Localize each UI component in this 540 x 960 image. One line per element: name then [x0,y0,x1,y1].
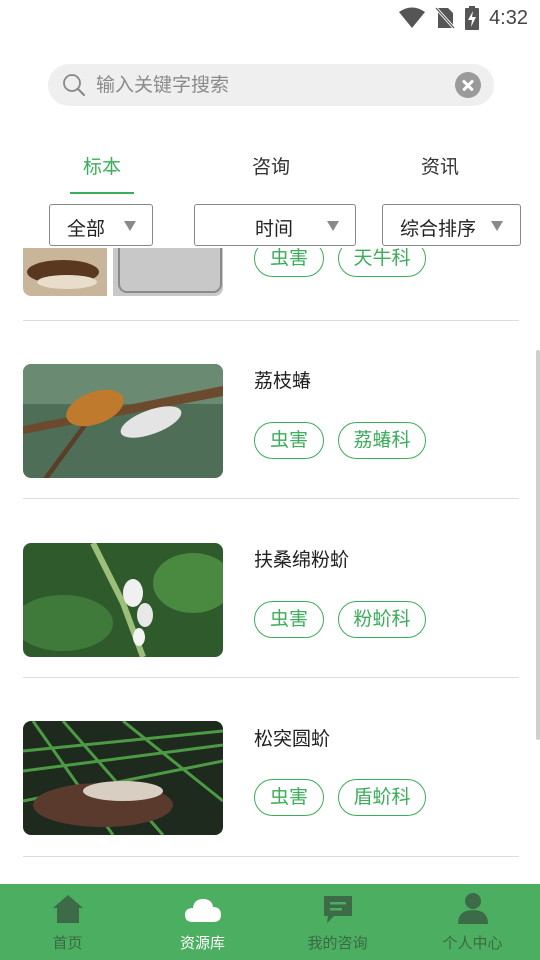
tab-consult[interactable]: 咨询 [221,152,321,179]
tag-family[interactable]: 粉蚧科 [338,601,426,638]
tag-category[interactable]: 虫害 [254,779,324,816]
tab-bar: 标本 咨询 资讯 [0,140,540,196]
filter-sort-dropdown[interactable]: 综合排序 [382,204,521,246]
chat-icon [323,896,352,923]
specimen-title: 扶桑绵粉蚧 [254,549,350,571]
list-item[interactable]: 荔枝蝽 虫害 荔蝽科 [0,320,540,499]
specimen-thumbnail [23,721,223,835]
dropdown-arrow-icon [327,221,339,231]
filter-time-label: 时间 [255,218,294,240]
specimen-title: 松突圆蚧 [254,728,331,750]
nav-profile-label: 个人中心 [442,934,503,952]
specimen-thumbnail [23,364,223,478]
search-bar[interactable] [48,64,494,106]
filter-sort-label: 综合排序 [400,218,477,240]
tag-category[interactable]: 虫害 [254,601,324,638]
tag-family[interactable]: 荔蝽科 [338,422,426,459]
list-item[interactable]: 扶桑绵粉蚧 虫害 粉蚧科 [0,499,540,678]
filter-category-label: 全部 [67,218,106,240]
divider [23,856,519,857]
battery-charging-icon [465,6,480,30]
thumbnail-image [23,248,223,296]
nav-my-consult[interactable]: 我的咨询 [270,884,405,960]
cloud-icon [184,899,221,922]
tag-category[interactable]: 虫害 [254,422,324,459]
wifi-icon [399,7,426,28]
dropdown-arrow-icon [124,221,136,231]
filter-category-dropdown[interactable]: 全部 [49,204,153,246]
scrollbar[interactable] [536,350,540,740]
status-time: 4:32 [489,6,528,29]
nav-library-label: 资源库 [179,934,225,952]
tag-family[interactable]: 天牛科 [338,248,426,277]
no-sim-icon [435,6,456,30]
tab-specimen[interactable]: 标本 [52,152,152,179]
list-item[interactable]: 虫害 天牛科 [0,248,540,321]
specimen-thumbnail [23,543,223,657]
person-icon [457,893,488,924]
filter-time-dropdown[interactable]: 时间 [194,204,356,246]
tab-news[interactable]: 资讯 [390,152,490,179]
specimen-thumbnail [23,248,223,296]
home-icon [52,895,83,923]
specimen-title: 荔枝蝽 [254,370,312,392]
search-icon [63,74,85,96]
status-icons: 4:32 [399,6,528,30]
nav-my-consult-label: 我的咨询 [307,934,368,952]
status-bar: 4:32 [0,0,540,36]
nav-profile[interactable]: 个人中心 [405,884,540,960]
nav-home-label: 首页 [52,934,83,952]
bottom-navigation: 首页 资源库 我的咨询 个人中心 [0,884,540,960]
tab-underline [70,192,134,194]
tag-family[interactable]: 盾蚧科 [338,779,426,816]
tag-category[interactable]: 虫害 [254,248,324,277]
thumbnail-image [23,721,223,835]
thumbnail-image [23,543,223,657]
nav-home[interactable]: 首页 [0,884,135,960]
thumbnail-image [23,364,223,478]
search-input[interactable] [96,64,436,106]
list-item[interactable]: 松突圆蚧 虫害 盾蚧科 [0,678,540,857]
specimen-list[interactable]: 虫害 天牛科 荔枝蝽 虫害 荔蝽科 扶桑绵粉蚧 虫害 粉蚧科 松突圆蚧 虫害 盾… [0,248,540,884]
nav-library[interactable]: 资源库 [135,884,270,960]
dropdown-arrow-icon [491,221,503,231]
clear-icon[interactable] [455,72,481,98]
